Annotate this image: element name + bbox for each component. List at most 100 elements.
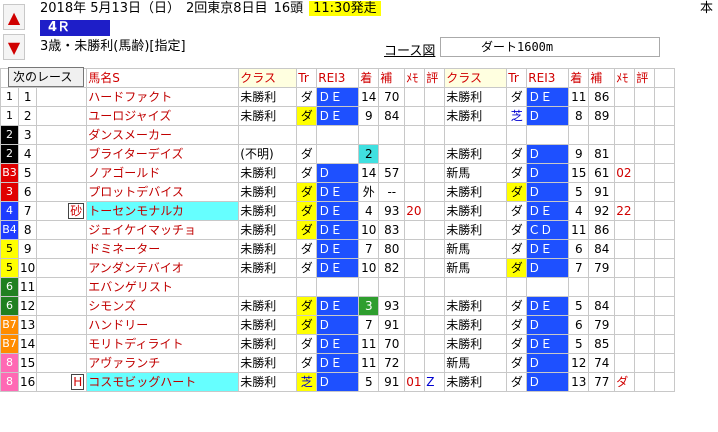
next-race-button[interactable]: ▼: [3, 34, 25, 60]
column-header: クラス: [444, 68, 508, 88]
horse-number-cell: 16: [17, 372, 38, 392]
horse-number-cell: 10: [17, 258, 38, 278]
finish-cell-2: 12: [568, 353, 590, 373]
eval-cell-2: [634, 258, 656, 278]
column-header: [654, 68, 676, 88]
finish-cell: [358, 277, 380, 297]
meeting: 2回東京8日目: [186, 1, 268, 16]
table-row[interactable]: 8 15 アヴァランチ 未勝利ダ ＤＥ 11 72 新馬ダ Ｄ 12 74: [0, 353, 676, 373]
prev-race-button[interactable]: ▲: [3, 4, 25, 30]
memo-cell: [404, 296, 426, 316]
table-row[interactable]: 1 2 ユーロジャイズ 未勝利ダ ＤＥ 9 84 未勝利芝 Ｄ 8 89: [0, 106, 676, 126]
horse-number-cell: 6: [17, 182, 38, 202]
table-row[interactable]: B7 14 モリトディライト 未勝利ダ ＤＥ 11 70 未勝利ダ ＤＥ 5 85: [0, 334, 676, 354]
table-row[interactable]: 5 10 アンダンテバイオ 未勝利ダ ＤＥ 10 82 新馬ダ Ｄ 7 79: [0, 258, 676, 278]
horse-name[interactable]: シモンズ: [86, 296, 240, 316]
eval-cell: [424, 258, 446, 278]
horse-name[interactable]: トーセンモナルカ: [86, 201, 240, 221]
rei3-cell-2: Ｄ: [526, 106, 570, 126]
column-header: Tr: [296, 68, 318, 88]
finish-cell: 4: [358, 201, 380, 221]
eval-cell-2: [634, 277, 656, 297]
track-cell: [296, 125, 318, 145]
mark-cell: [36, 144, 88, 164]
eval-cell-2: [634, 315, 656, 335]
horse-name[interactable]: ハンドリー: [86, 315, 240, 335]
column-header: REI3: [526, 68, 570, 88]
rating-cell-2: 89: [588, 106, 616, 126]
horse-name[interactable]: コスモビッグハート: [86, 372, 240, 392]
eval-cell: [424, 163, 446, 183]
track-cell-2: ダ: [506, 182, 528, 202]
horse-name[interactable]: ジェイケイマッチョ: [86, 220, 240, 240]
rating-cell: 82: [378, 258, 406, 278]
table-row[interactable]: 3 6 プロットデバイス 未勝利ダ ＤＥ 外 -- 未勝利ダ Ｄ 5 91: [0, 182, 676, 202]
table-row[interactable]: B4 8 ジェイケイマッチョ 未勝利ダ ＤＥ 10 83 未勝利ダ ＣＤ 11 86: [0, 220, 676, 240]
rating-cell: [378, 144, 406, 164]
eval-cell-2: [634, 87, 656, 107]
down-arrow-icon: ▼: [7, 37, 21, 57]
table-row[interactable]: B3 5 ノアゴールド 未勝利ダ Ｄ 14 57 新馬ダ Ｄ 15 61 02: [0, 163, 676, 183]
course-map-link[interactable]: コース図: [384, 40, 435, 59]
eval-cell: [424, 296, 446, 316]
memo-cell: [404, 87, 426, 107]
horse-number-cell: 14: [17, 334, 38, 354]
table-row[interactable]: 8 16 H コスモビッグハート 未勝利芝 Ｄ 5 91 01 Z 未勝利ダ Ｄ 13 77 ダ: [0, 372, 676, 392]
class-cell: 未勝利: [238, 87, 298, 107]
extra-cell: [654, 277, 676, 297]
extra-cell: [654, 372, 676, 392]
class-cell-2: 未勝利: [444, 315, 508, 335]
table-row[interactable]: 1 1 ハードファクト 未勝利ダ ＤＥ 14 70 未勝利ダ ＤＥ 11 86: [0, 87, 676, 107]
table-row[interactable]: 5 9 ドミネーター 未勝利ダ ＤＥ 7 80 新馬ダ ＤＥ 6 84: [0, 239, 676, 259]
rating-cell: 83: [378, 220, 406, 240]
extra-cell: [654, 87, 676, 107]
table-row[interactable]: 2 4 ブライターデイズ (不明) ダ 2 未勝利ダ Ｄ 9 81: [0, 144, 676, 164]
horse-name[interactable]: プロットデバイス: [86, 182, 240, 202]
table-row[interactable]: 2 3 ダンスメーカー: [0, 125, 676, 145]
course-field: ダート1600m: [440, 37, 660, 57]
extra-cell: [654, 239, 676, 259]
entries-table: C馬名SクラスTrREI3着補ﾒﾓ評クラスTrREI3着補ﾒﾓ評 11 ハードファ…: [0, 68, 676, 392]
mark-cell: [36, 182, 88, 202]
memo-cell-2: [614, 315, 636, 335]
eval-cell-2: [634, 182, 656, 202]
horse-number-cell: 3: [17, 125, 38, 145]
mark-cell: H: [36, 372, 88, 392]
rating-cell: 80: [378, 239, 406, 259]
horse-name[interactable]: ドミネーター: [86, 239, 240, 259]
class-cell-2: 未勝利: [444, 144, 508, 164]
table-row[interactable]: 4 7 砂トーセンモナルカ 未勝利ダ ＤＥ 4 93 20 未勝利ダ ＤＥ 4 92 22: [0, 201, 676, 221]
frame-number-cell: B4: [0, 220, 19, 240]
mark-badge: 砂: [68, 203, 85, 219]
horse-name[interactable]: アンダンテバイオ: [86, 258, 240, 278]
rei3-cell: ＤＥ: [316, 239, 360, 259]
horse-name[interactable]: アヴァランチ: [86, 353, 240, 373]
memo-cell-2: [614, 353, 636, 373]
horse-name[interactable]: ユーロジャイズ: [86, 106, 240, 126]
frame-number-cell: 3: [0, 182, 19, 202]
horse-name[interactable]: モリトディライト: [86, 334, 240, 354]
mark-cell: [36, 258, 88, 278]
eval-cell-2: [634, 353, 656, 373]
column-header: 評: [424, 68, 446, 88]
rei3-cell: Ｄ: [316, 372, 360, 392]
frame-number-cell: 5: [0, 239, 19, 259]
table-row[interactable]: B7 13 ハンドリー 未勝利ダ Ｄ 7 91 未勝利ダ Ｄ 6 79: [0, 315, 676, 335]
eval-cell: [424, 334, 446, 354]
rei3-cell: ＤＥ: [316, 353, 360, 373]
mark-badge: H: [71, 374, 85, 390]
horse-name[interactable]: ハードファクト: [86, 87, 240, 107]
frame-number-cell: B7: [0, 334, 19, 354]
track-cell-2: 芝: [506, 106, 528, 126]
horse-name[interactable]: エバンゲリスト: [86, 277, 240, 297]
memo-cell-2: ダ: [614, 372, 636, 392]
table-row[interactable]: 6 11 エバンゲリスト: [0, 277, 676, 297]
column-header: クラス: [238, 68, 298, 88]
horse-name[interactable]: ダンスメーカー: [86, 125, 240, 145]
eval-cell: [424, 220, 446, 240]
mark-cell: [36, 296, 88, 316]
table-row[interactable]: 6 12 シモンズ 未勝利ダ ＤＥ 3 93 未勝利ダ ＤＥ 5 84: [0, 296, 676, 316]
horse-name[interactable]: ブライターデイズ: [86, 144, 240, 164]
horse-name[interactable]: ノアゴールド: [86, 163, 240, 183]
track-cell: ダ: [296, 182, 318, 202]
